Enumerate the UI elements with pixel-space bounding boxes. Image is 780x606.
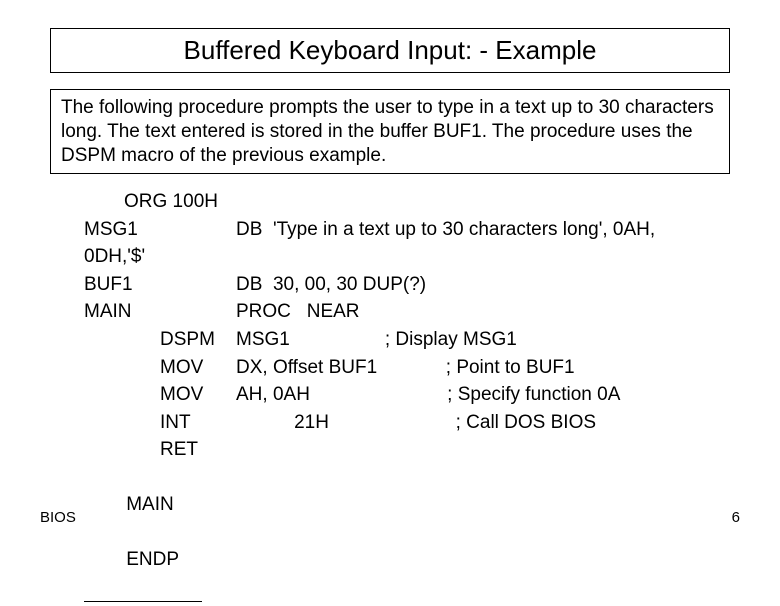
opc-ret: RET [160, 436, 236, 464]
args-int: 21H ; Call DOS BIOS [236, 409, 730, 437]
endp: ENDP [126, 549, 179, 570]
footer-left: BIOS [40, 509, 76, 526]
args-dspm: MSG1 ; Display MSG1 [236, 326, 730, 354]
slide: Buffered Keyboard Input: - Example The f… [0, 0, 780, 540]
args-mov2: AH, 0AH ; Specify function 0A [236, 381, 730, 409]
description-box: The following procedure prompts the user… [50, 89, 730, 174]
code-block: ORG 100H MSG1 DB 'Type in a text up to 3… [50, 188, 730, 606]
code-line-ret: RET [50, 436, 730, 464]
proc-near: PROC NEAR [236, 298, 730, 326]
page-number: 6 [732, 509, 740, 526]
code-line-main-proc: MAIN PROC NEAR [50, 298, 730, 326]
description-text: The following procedure prompts the user… [61, 97, 714, 166]
opc-mov1: MOV [160, 354, 236, 382]
msg1-cont: 0DH,'$' [84, 243, 145, 271]
code-line-msg1: MSG1 DB 'Type in a text up to 30 charact… [50, 216, 730, 244]
code-line-buf1: BUF1 DB 30, 00, 30 DUP(?) [50, 271, 730, 299]
title-box: Buffered Keyboard Input: - Example [50, 28, 730, 73]
slide-title: Buffered Keyboard Input: - Example [61, 35, 719, 66]
code-line-mov2: MOV AH, 0AH ; Specify function 0A [50, 381, 730, 409]
opc-mov2: MOV [160, 381, 236, 409]
opc-dspm: DSPM [160, 326, 236, 354]
code-line-int: INT 21H ; Call DOS BIOS [50, 409, 730, 437]
buf1-def: DB 30, 00, 30 DUP(?) [236, 271, 730, 299]
msg1-def: DB 'Type in a text up to 30 characters l… [236, 216, 730, 244]
label-buf1: BUF1 [84, 271, 160, 299]
code-line-msg1b: 0DH,'$' [50, 243, 730, 271]
org-directive: ORG 100H [124, 188, 218, 216]
label-msg1: MSG1 [84, 216, 160, 244]
code-line-mov1: MOV DX, Offset BUF1 ; Point to BUF1 [50, 354, 730, 382]
code-line-dspm: DSPM MSG1 ; Display MSG1 [50, 326, 730, 354]
footer: BIOS 6 [40, 509, 740, 526]
args-mov1: DX, Offset BUF1 ; Point to BUF1 [236, 354, 730, 382]
code-line-org: ORG 100H [50, 188, 730, 216]
opc-int: INT [160, 409, 236, 437]
code-line-main-endp: MAIN ENDP [50, 464, 730, 603]
label-main: MAIN [84, 298, 160, 326]
